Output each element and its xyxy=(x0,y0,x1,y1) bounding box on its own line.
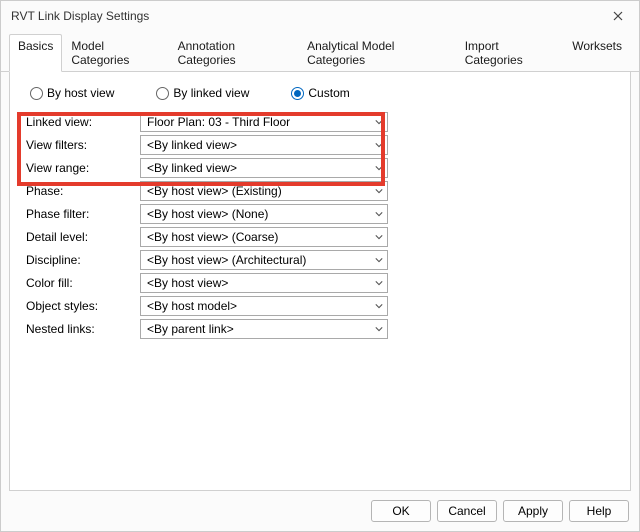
chevron-down-icon xyxy=(375,161,383,175)
dialog-window: RVT Link Display Settings Basics Model C… xyxy=(0,0,640,532)
tab-basics[interactable]: Basics xyxy=(9,34,62,72)
label-nested-links: Nested links: xyxy=(24,322,136,336)
label-color-fill: Color fill: xyxy=(24,276,136,290)
combo-phase[interactable]: <By host view> (Existing) xyxy=(140,181,388,201)
chevron-down-icon xyxy=(375,276,383,290)
radio-icon xyxy=(291,87,304,100)
combo-value: <By host view> (Coarse) xyxy=(147,230,278,244)
combo-value: <By host view> (Architectural) xyxy=(147,253,306,267)
radio-label: By linked view xyxy=(173,86,249,100)
combo-nested-links[interactable]: <By parent link> xyxy=(140,319,388,339)
combo-linked-view[interactable]: Floor Plan: 03 - Third Floor xyxy=(140,112,388,132)
label-object-styles: Object styles: xyxy=(24,299,136,313)
tab-strip: Basics Model Categories Annotation Categ… xyxy=(1,33,639,72)
combo-view-filters[interactable]: <By linked view> xyxy=(140,135,388,155)
label-discipline: Discipline: xyxy=(24,253,136,267)
chevron-down-icon xyxy=(375,253,383,267)
tab-model-categories[interactable]: Model Categories xyxy=(62,34,168,72)
ok-button[interactable]: OK xyxy=(371,500,431,522)
titlebar: RVT Link Display Settings xyxy=(1,1,639,31)
radio-label: By host view xyxy=(47,86,114,100)
close-icon xyxy=(613,11,623,21)
chevron-down-icon xyxy=(375,184,383,198)
combo-value: <By host view> (None) xyxy=(147,207,268,221)
combo-value: Floor Plan: 03 - Third Floor xyxy=(147,115,290,129)
label-phase-filter: Phase filter: xyxy=(24,207,136,221)
chevron-down-icon xyxy=(375,299,383,313)
cancel-button[interactable]: Cancel xyxy=(437,500,497,522)
combo-phase-filter[interactable]: <By host view> (None) xyxy=(140,204,388,224)
chevron-down-icon xyxy=(375,115,383,129)
tab-import-categories[interactable]: Import Categories xyxy=(456,34,564,72)
combo-value: <By linked view> xyxy=(147,138,237,152)
tab-annotation-categories[interactable]: Annotation Categories xyxy=(169,34,298,72)
close-button[interactable] xyxy=(605,6,631,26)
radio-icon xyxy=(30,87,43,100)
window-title: RVT Link Display Settings xyxy=(11,9,149,23)
label-detail-level: Detail level: xyxy=(24,230,136,244)
radio-by-linked-view[interactable]: By linked view xyxy=(156,86,249,100)
combo-color-fill[interactable]: <By host view> xyxy=(140,273,388,293)
combo-value: <By parent link> xyxy=(147,322,234,336)
radio-label: Custom xyxy=(308,86,349,100)
label-view-range: View range: xyxy=(24,161,136,175)
radio-by-host-view[interactable]: By host view xyxy=(30,86,114,100)
combo-value: <By host view> (Existing) xyxy=(147,184,282,198)
label-view-filters: View filters: xyxy=(24,138,136,152)
dialog-footer: OK Cancel Apply Help xyxy=(1,497,639,531)
label-linked-view: Linked view: xyxy=(24,115,136,129)
combo-value: <By host view> xyxy=(147,276,228,290)
settings-form: Linked view: Floor Plan: 03 - Third Floo… xyxy=(24,112,622,339)
combo-view-range[interactable]: <By linked view> xyxy=(140,158,388,178)
radio-custom[interactable]: Custom xyxy=(291,86,349,100)
help-button[interactable]: Help xyxy=(569,500,629,522)
combo-discipline[interactable]: <By host view> (Architectural) xyxy=(140,250,388,270)
tab-worksets[interactable]: Worksets xyxy=(563,34,631,72)
combo-value: <By host model> xyxy=(147,299,237,313)
display-mode-radios: By host view By linked view Custom xyxy=(30,86,622,100)
label-phase: Phase: xyxy=(24,184,136,198)
combo-value: <By linked view> xyxy=(147,161,237,175)
tab-analytical-model-categories[interactable]: Analytical Model Categories xyxy=(298,34,456,72)
basics-panel: By host view By linked view Custom Linke… xyxy=(9,72,631,491)
combo-object-styles[interactable]: <By host model> xyxy=(140,296,388,316)
chevron-down-icon xyxy=(375,322,383,336)
chevron-down-icon xyxy=(375,138,383,152)
radio-icon xyxy=(156,87,169,100)
apply-button[interactable]: Apply xyxy=(503,500,563,522)
chevron-down-icon xyxy=(375,207,383,221)
chevron-down-icon xyxy=(375,230,383,244)
combo-detail-level[interactable]: <By host view> (Coarse) xyxy=(140,227,388,247)
